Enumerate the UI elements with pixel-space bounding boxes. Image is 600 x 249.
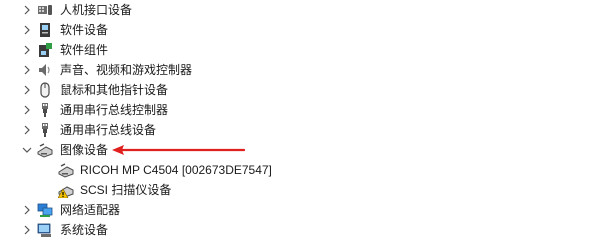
chevron-right-icon[interactable] [21,204,33,216]
tree-item-imaging-devices[interactable]: 图像设备 [0,140,600,160]
chevron-down-icon[interactable] [21,144,33,156]
chevron-right-icon[interactable] [21,4,33,16]
speaker-icon [39,64,50,76]
tree-item-sound-video-game[interactable]: 声音、视频和游戏控制器 [0,60,600,80]
tree-item-system-devices[interactable]: 系统设备 [0,220,600,240]
software-component-icon [39,43,52,57]
chevron-right-icon[interactable] [21,64,33,76]
tree-item-usb-controllers[interactable]: 通用串行总线控制器 [0,100,600,120]
tree-item-label: 软件组件 [60,43,109,57]
tree-item-mice[interactable]: 鼠标和其他指针设备 [0,80,600,100]
tree-item-label: 软件设备 [60,23,109,37]
tree-item-software-components[interactable]: 软件组件 [0,40,600,60]
chevron-right-icon[interactable] [21,24,33,36]
tree-item-scsi-scanner[interactable]: SCSI 扫描仪设备 [0,180,600,200]
usb-icon [42,123,48,137]
tree-item-label: 网络适配器 [60,203,121,217]
tree-item-network-adapters[interactable]: 网络适配器 [0,200,600,220]
usb-icon [42,103,48,117]
tree-item-ricoh-scanner[interactable]: RICOH MP C4504 [002673DE7547] [0,160,600,180]
tree-item-label: 声音、视频和游戏控制器 [60,63,193,77]
chevron-right-icon[interactable] [21,124,33,136]
tree-item-label: 通用串行总线控制器 [60,103,169,117]
chevron-right-icon[interactable] [21,84,33,96]
tree-item-label: 人机接口设备 [60,3,133,17]
imaging-device-icon [37,143,53,158]
network-adapter-icon [37,203,53,217]
tree-item-software-devices[interactable]: 软件设备 [0,20,600,40]
tree-item-label: SCSI 扫描仪设备 [80,183,172,197]
tree-item-label: 系统设备 [60,223,109,237]
device-tree: 人机接口设备 软件设备 软件组件 声音、视频和游戏控制器 鼠标和其他指针设备 通… [0,0,600,249]
annotation-arrow [112,145,245,155]
chevron-right-icon[interactable] [21,104,33,116]
tree-item-label: 鼠标和其他指针设备 [60,83,169,97]
scanner-icon [58,163,74,178]
scanner-warning-icon [58,186,74,198]
tree-item-hid[interactable]: 人机接口设备 [0,0,600,20]
mouse-icon [40,82,50,98]
system-device-icon [37,223,51,237]
chevron-right-icon[interactable] [21,44,33,56]
tree-item-label: 通用串行总线设备 [60,123,157,137]
software-device-icon [40,23,50,37]
tree-item-label: RICOH MP C4504 [002673DE7547] [80,163,272,177]
chevron-right-icon[interactable] [21,224,33,236]
hid-icon [38,5,52,15]
tree-item-usb-devices[interactable]: 通用串行总线设备 [0,120,600,140]
